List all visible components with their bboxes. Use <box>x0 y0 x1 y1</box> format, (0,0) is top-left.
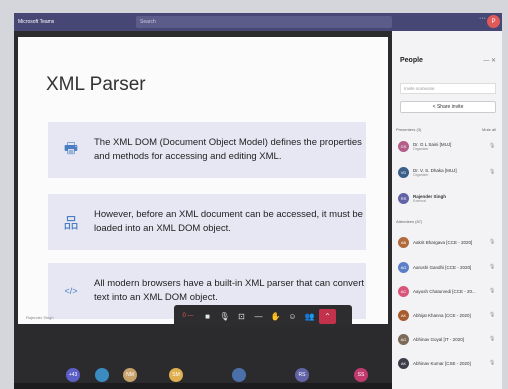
raise-hand-button[interactable]: ✋ <box>268 309 283 324</box>
share-tray-button[interactable]: ⊡ <box>234 309 249 324</box>
avatar: AB <box>398 236 409 248</box>
slide-title: XML Parser <box>46 74 146 95</box>
thumbnail-label: +43 <box>68 372 78 378</box>
share-invite-button[interactable]: < Share invite <box>400 101 496 113</box>
people-title: People <box>400 57 423 64</box>
participant-row[interactable]: AK Abhijat Khanna [CCE - 2020] 🎙 <box>398 308 498 322</box>
user-avatar[interactable]: P <box>487 15 500 28</box>
bottom-band <box>14 383 392 389</box>
teams-window: Microsoft Teams Search ··· P XML Parser … <box>0 0 508 389</box>
slide-card-text: However, before an XML document can be a… <box>94 209 363 234</box>
participant-name: Aarushi Gandhi [CCE - 2020] <box>413 264 472 270</box>
participant-role: Organizer <box>413 172 429 177</box>
people-panel: People — ✕ Invite someone < Share invite… <box>392 31 502 389</box>
attendees-section[interactable]: Attendees (87) <box>396 219 496 224</box>
mic-off-icon: 🎙 <box>489 143 496 149</box>
thumbnail-label: SM <box>172 372 180 378</box>
avatar: AK <box>398 309 409 321</box>
code-icon: </> <box>64 286 78 296</box>
participant-row[interactable]: GS Dr. G L Saini [MUJ] Organizer 🎙 <box>398 139 498 153</box>
thumbnail-avatar[interactable]: NM <box>123 368 137 382</box>
mute-all-link[interactable]: Mute all <box>482 127 496 132</box>
presenters-section[interactable]: Presenters (3) Mute all <box>396 127 496 132</box>
call-timer: 0 — <box>182 313 194 319</box>
thumbnail-overflow[interactable]: +43 <box>66 368 80 382</box>
avatar: VD <box>398 166 409 178</box>
thumbnail-label: RS <box>298 372 306 378</box>
attendees-label: Attendees (87) <box>396 219 423 224</box>
slide-card: 🖶 The XML DOM (Document Object Model) de… <box>48 122 366 178</box>
mic-off-icon: 🎙 <box>489 169 496 175</box>
shared-slide: XML Parser 🖶 The XML DOM (Document Objec… <box>18 37 388 324</box>
participant-row[interactable]: AG Abhinav Goyal [IT - 2020] 🎙 <box>398 332 498 346</box>
participant-name: Abhinav Goyal [IT - 2020] <box>413 336 464 342</box>
avatar: AC <box>398 285 409 297</box>
avatar: AG <box>398 261 409 273</box>
participant-name: Aayush Chaturvedi [CCE - 20... <box>413 288 476 294</box>
mic-off-icon: 🎙 <box>489 239 496 245</box>
hierarchy-icon: 品 <box>63 214 79 232</box>
title-bar: Microsoft Teams Search ··· P <box>14 13 502 31</box>
mic-button[interactable]: 🎙 <box>217 309 232 324</box>
reactions-button[interactable]: ☺ <box>285 309 300 324</box>
invite-placeholder: Invite someone <box>404 86 435 91</box>
participant-row[interactable]: VD Dr. V. S. Dhaka [MUJ] Organizer 🎙 <box>398 165 498 179</box>
camera-button[interactable]: ■ <box>200 309 215 324</box>
mic-off-icon: 🎙 <box>489 264 496 270</box>
thumbnail-avatar[interactable] <box>95 368 109 382</box>
participant-row[interactable]: AB Aakrit Bhargava [CCE - 2020] 🎙 <box>398 235 498 249</box>
mic-off-icon: 🎙 <box>489 360 496 366</box>
invite-input[interactable]: Invite someone <box>400 83 496 94</box>
participants-button[interactable]: 👥 <box>302 309 317 324</box>
avatar: AG <box>398 333 409 345</box>
mic-off-icon: 🎙 <box>489 312 496 318</box>
avatar: AK <box>398 357 409 369</box>
search-input[interactable]: Search <box>136 16 392 28</box>
avatar: RS <box>398 192 409 204</box>
more-options-icon[interactable]: ··· <box>479 15 486 22</box>
close-icon[interactable]: — ✕ <box>483 57 496 64</box>
thumbnail-avatar[interactable]: RS <box>295 368 309 382</box>
thumbnail-avatar[interactable] <box>232 368 246 382</box>
mic-off-icon: 🎙 <box>489 336 496 342</box>
call-controls-bar: 0 — ■ 🎙 ⊡ — ✋ ☺ 👥 ⌃ <box>174 305 352 327</box>
participant-role: External <box>413 198 426 203</box>
thumbnail-label: NM <box>126 372 134 378</box>
participant-name: Abhinav Kumar [CSE - 2020] <box>413 360 471 366</box>
presenter-caption: Rajender Singh <box>26 315 54 320</box>
thumbnail-avatar[interactable]: SS <box>354 368 368 382</box>
presenters-label: Presenters (3) <box>396 127 422 132</box>
participant-row[interactable]: RS Rajender Singh External <box>398 191 498 205</box>
more-actions-button[interactable]: — <box>251 309 266 324</box>
share-invite-label: Share invite <box>436 104 464 110</box>
participant-row[interactable]: AK Abhinav Kumar [CSE - 2020] 🎙 <box>398 356 498 370</box>
slide-card-text: All modern browsers have a built-in XML … <box>94 278 364 303</box>
meeting-stage: XML Parser 🖶 The XML DOM (Document Objec… <box>14 31 392 362</box>
participant-name: Abhijat Khanna [CCE - 2020] <box>413 312 471 318</box>
slide-card-text: The XML DOM (Document Object Model) defi… <box>94 137 362 162</box>
thumbnail-label: SS <box>357 372 365 378</box>
avatar: GS <box>398 140 409 152</box>
participant-name: Aakrit Bhargava [CCE - 2020] <box>413 239 473 245</box>
search-placeholder: Search <box>140 19 156 25</box>
participant-role: Organizer <box>413 146 429 151</box>
printer-icon: 🖶 <box>63 139 79 157</box>
participant-row[interactable]: AC Aayush Chaturvedi [CCE - 20... 🎙 <box>398 284 498 298</box>
slide-card: 品 However, before an XML document can be… <box>48 194 366 250</box>
leave-button[interactable]: ⌃ <box>319 308 336 324</box>
app-name: Microsoft Teams <box>18 19 55 25</box>
thumbnail-avatar[interactable]: SM <box>169 368 183 382</box>
mic-off-icon: 🎙 <box>489 288 496 294</box>
participant-row[interactable]: AG Aarushi Gandhi [CCE - 2020] 🎙 <box>398 260 498 274</box>
